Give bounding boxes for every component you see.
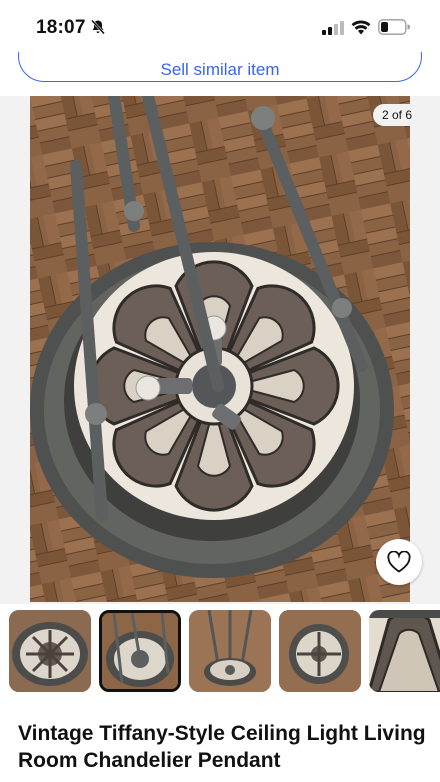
sell-similar-label: Sell similar item (160, 60, 280, 79)
thumbnail-5[interactable] (369, 610, 440, 692)
cellular-signal-icon (322, 21, 344, 35)
image-counter: 2 of 6 (373, 104, 422, 126)
chandelier-shade-photo (9, 610, 91, 692)
watch-button[interactable] (376, 539, 422, 585)
chandelier-hanging-photo (189, 610, 271, 692)
status-bar: 18:07 (0, 0, 440, 52)
thumbnail-3[interactable] (189, 610, 271, 692)
thumbnail-4[interactable] (279, 610, 361, 692)
stained-glass-closeup-photo (369, 610, 440, 692)
mute-bell-icon (91, 19, 105, 35)
main-product-image[interactable] (30, 96, 410, 602)
battery-icon (378, 19, 410, 35)
wifi-icon (351, 20, 371, 35)
sell-similar-area: Sell similar item (0, 52, 440, 96)
thumbnail-1[interactable] (9, 610, 91, 692)
sell-similar-button[interactable]: Sell similar item (18, 52, 422, 82)
chandelier-underside-photo (102, 613, 178, 689)
thumbnail-strip (0, 610, 440, 694)
status-time: 18:07 (36, 17, 86, 38)
item-title: Vintage Tiffany-Style Ceiling Light Livi… (18, 722, 426, 772)
chandelier-underside-photo (30, 96, 410, 602)
thumbnail-2[interactable] (99, 610, 181, 692)
chandelier-floor-photo (279, 610, 361, 692)
heart-icon (387, 551, 411, 573)
